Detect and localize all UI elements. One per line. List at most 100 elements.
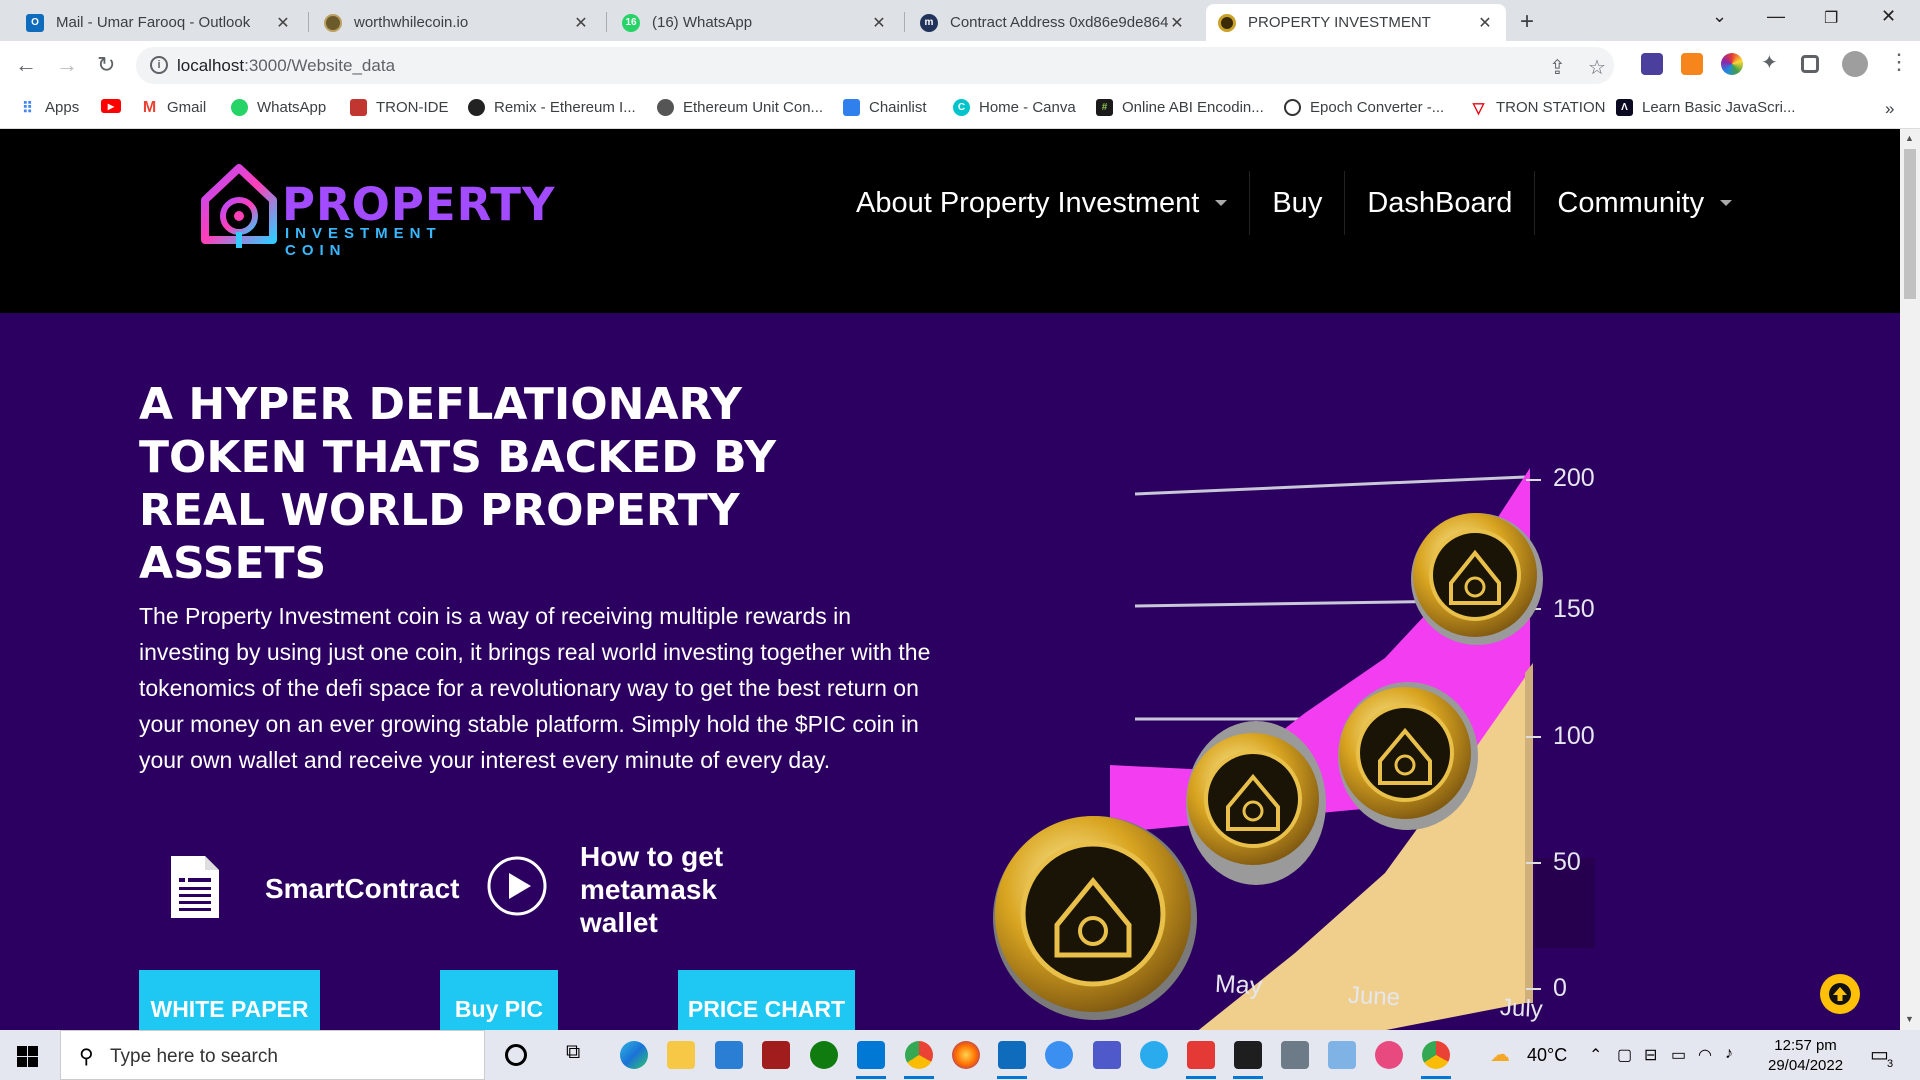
app-icon[interactable] [762, 1041, 790, 1069]
nav-buy[interactable]: Buy [1250, 171, 1344, 235]
chart-tick-label: 50 [1553, 848, 1581, 876]
bookmark-tron-ide[interactable]: TRON-IDE [350, 99, 449, 116]
url-path: :3000/Website_data [244, 56, 396, 75]
telegram-icon[interactable] [1140, 1041, 1168, 1069]
bookmark-learn-javascript[interactable]: Λ Learn Basic JavaScri... [1616, 99, 1795, 116]
bookmark-star-icon[interactable]: ☆ [1588, 55, 1606, 80]
mail-icon[interactable] [715, 1041, 743, 1069]
xbox-icon[interactable] [810, 1041, 838, 1069]
app-icon[interactable] [1328, 1041, 1356, 1069]
close-icon[interactable]: ✕ [870, 13, 888, 33]
color-picker-icon[interactable] [1721, 53, 1743, 75]
url-text[interactable]: localhost:3000/Website_data [177, 56, 395, 76]
more-bookmarks-button[interactable]: » [1885, 99, 1894, 119]
metamask-guide-link[interactable]: How to get metamask wallet [580, 840, 780, 939]
edge-icon[interactable] [620, 1041, 648, 1069]
extension-icon[interactable] [1641, 53, 1663, 75]
chrome-icon[interactable] [1422, 1041, 1450, 1069]
nav-dashboard[interactable]: DashBoard [1345, 171, 1534, 235]
task-view-icon[interactable]: ⧉ [566, 1041, 594, 1069]
coin-icon [1186, 721, 1326, 885]
nav-about[interactable]: About Property Investment [834, 171, 1249, 235]
puzzle-icon[interactable]: ✦ [1761, 50, 1783, 74]
bookmark-youtube[interactable]: ▶ [101, 99, 130, 113]
wifi-icon[interactable]: ◠ [1698, 1045, 1712, 1065]
white-paper-button[interactable]: WHITE PAPER [139, 970, 320, 1030]
cortana-icon[interactable] [505, 1044, 527, 1066]
document-icon[interactable] [171, 856, 219, 918]
tab-worthwhilecoin[interactable]: worthwhilecoin.io ✕ [312, 4, 602, 41]
bookmark-canva[interactable]: C Home - Canva [953, 99, 1076, 116]
bookmark-label: Home - Canva [979, 99, 1076, 116]
weather-temp[interactable]: 40°C [1527, 1045, 1567, 1066]
outlook-icon[interactable] [998, 1041, 1026, 1069]
tab-etherscan[interactable]: m Contract Address 0xd86e9de864 ✕ [908, 4, 1198, 41]
profile-avatar[interactable] [1842, 51, 1868, 77]
system-clock[interactable]: 12:57 pm 29/04/2022 [1768, 1036, 1843, 1076]
share-icon[interactable]: ⇪ [1549, 55, 1566, 80]
bookmark-chainlist[interactable]: Chainlist [843, 99, 927, 116]
nav-community[interactable]: Community [1535, 171, 1754, 235]
chevron-up-icon[interactable]: ⌃ [1589, 1045, 1602, 1065]
price-chart-button[interactable]: PRICE CHART [678, 970, 855, 1030]
close-icon[interactable]: ✕ [1168, 13, 1186, 33]
bookmark-abi-encoding[interactable]: # Online ABI Encodin... [1096, 99, 1264, 116]
vertical-scrollbar[interactable]: ▲ ▼ [1900, 129, 1920, 1030]
bookmark-apps[interactable]: ⠿ Apps [19, 99, 79, 117]
address-bar-row: ← → ↻ i localhost:3000/Website_data ⇪ ☆ … [0, 41, 1920, 90]
chrome-icon[interactable] [905, 1041, 933, 1069]
close-icon[interactable]: ✕ [274, 13, 292, 33]
play-icon[interactable] [486, 855, 548, 917]
meet-icon[interactable]: ▢ [1617, 1045, 1632, 1065]
new-tab-button[interactable]: + [1520, 8, 1534, 36]
tab-search-icon[interactable]: ⌄ [1712, 6, 1727, 27]
weather-icon[interactable]: ☁ [1490, 1042, 1510, 1067]
omnibox[interactable]: i localhost:3000/Website_data ⇪ ☆ [136, 47, 1614, 84]
bookmark-epoch-converter[interactable]: Epoch Converter -... [1284, 99, 1444, 116]
close-window-button[interactable]: ✕ [1881, 6, 1896, 27]
scroll-up-icon[interactable]: ▲ [1905, 133, 1914, 143]
site-info-icon[interactable]: i [150, 56, 168, 74]
vscode-icon[interactable] [857, 1041, 885, 1069]
menu-icon[interactable]: ⋮ [1888, 49, 1910, 75]
scroll-to-top-button[interactable] [1820, 974, 1860, 1014]
smartcontract-link[interactable]: SmartContract [265, 873, 459, 905]
metamask-icon[interactable] [1681, 53, 1703, 75]
forward-icon[interactable]: → [56, 52, 78, 78]
calculator-icon[interactable] [1281, 1041, 1309, 1069]
network-icon[interactable]: ⊟ [1644, 1045, 1657, 1065]
reload-icon[interactable]: ↻ [97, 52, 115, 78]
close-icon[interactable]: ✕ [572, 13, 590, 33]
site-logo[interactable]: PROPERTY INVESTMENT COIN [197, 158, 555, 259]
tab-property-investment[interactable]: PROPERTY INVESTMENT ✕ [1206, 4, 1506, 41]
side-panel-icon[interactable] [1801, 55, 1819, 73]
scroll-down-icon[interactable]: ▼ [1905, 1014, 1914, 1024]
back-icon[interactable]: ← [15, 52, 37, 78]
buy-pic-button[interactable]: Buy PIC [440, 970, 558, 1030]
scrollbar-thumb[interactable] [1904, 149, 1916, 299]
restore-button[interactable]: ❐ [1824, 8, 1838, 28]
terminal-icon[interactable] [1234, 1041, 1262, 1069]
taskbar-search-box[interactable]: ⚲ Type here to search [60, 1030, 485, 1080]
chart-tick-label: 0 [1553, 974, 1567, 1002]
bookmark-tron-station[interactable]: ▽ TRON STATION [1470, 99, 1606, 117]
anydesk-icon[interactable] [1187, 1041, 1215, 1069]
chart-tick-label: 200 [1553, 464, 1595, 492]
app-icon[interactable] [1045, 1041, 1073, 1069]
battery-icon[interactable]: ▭ [1671, 1045, 1686, 1065]
file-explorer-icon[interactable] [667, 1041, 695, 1069]
bookmark-ethereum-unit[interactable]: Ethereum Unit Con... [657, 99, 823, 116]
search-icon: ⚲ [79, 1046, 94, 1068]
bookmark-whatsapp[interactable]: WhatsApp [231, 99, 326, 116]
tab-whatsapp[interactable]: 16 (16) WhatsApp ✕ [610, 4, 900, 41]
teams-icon[interactable] [1093, 1041, 1121, 1069]
windows-start-icon[interactable] [17, 1046, 38, 1067]
tab-outlook[interactable]: O Mail - Umar Farooq - Outlook ✕ [14, 4, 304, 41]
minimize-button[interactable]: — [1767, 6, 1785, 27]
bookmark-gmail[interactable]: M Gmail [141, 99, 206, 117]
bookmark-remix[interactable]: Remix - Ethereum I... [468, 99, 636, 116]
snip-icon[interactable] [1375, 1041, 1403, 1069]
close-icon[interactable]: ✕ [1476, 13, 1494, 33]
volume-icon[interactable]: ♪ [1725, 1045, 1733, 1063]
firefox-icon[interactable] [952, 1041, 980, 1069]
